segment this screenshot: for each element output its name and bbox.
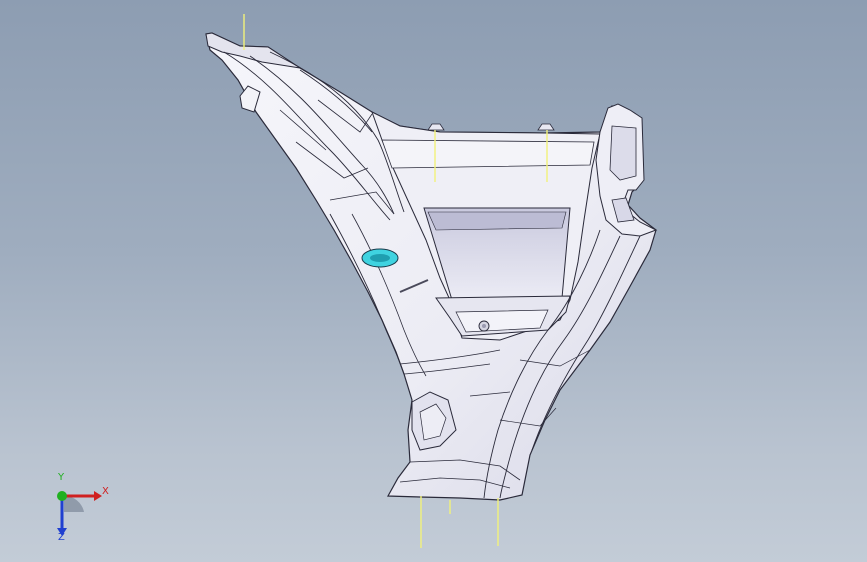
triad-y-axis-dot [57,491,67,501]
triad-shadow [64,495,84,512]
cad-graphics-viewport[interactable]: X Y Z [0,0,867,562]
pocket-clip-left[interactable] [427,123,445,131]
cyan-badge-inner [370,254,390,262]
pocket-upper-band [381,139,595,169]
bracket-inner-face [609,125,637,181]
triad-z-label: Z [58,532,65,543]
triad-x-arrow [94,491,102,501]
pocket-recess-back [427,211,567,231]
trim-panel-model[interactable] [0,0,867,562]
pocket-screw-hole-inner [482,324,486,328]
orientation-triad[interactable]: X Y Z [46,472,116,544]
triad-y-label: Y [58,472,65,483]
triad-x-label: X [102,486,109,497]
pocket-clip-right[interactable] [537,123,555,131]
